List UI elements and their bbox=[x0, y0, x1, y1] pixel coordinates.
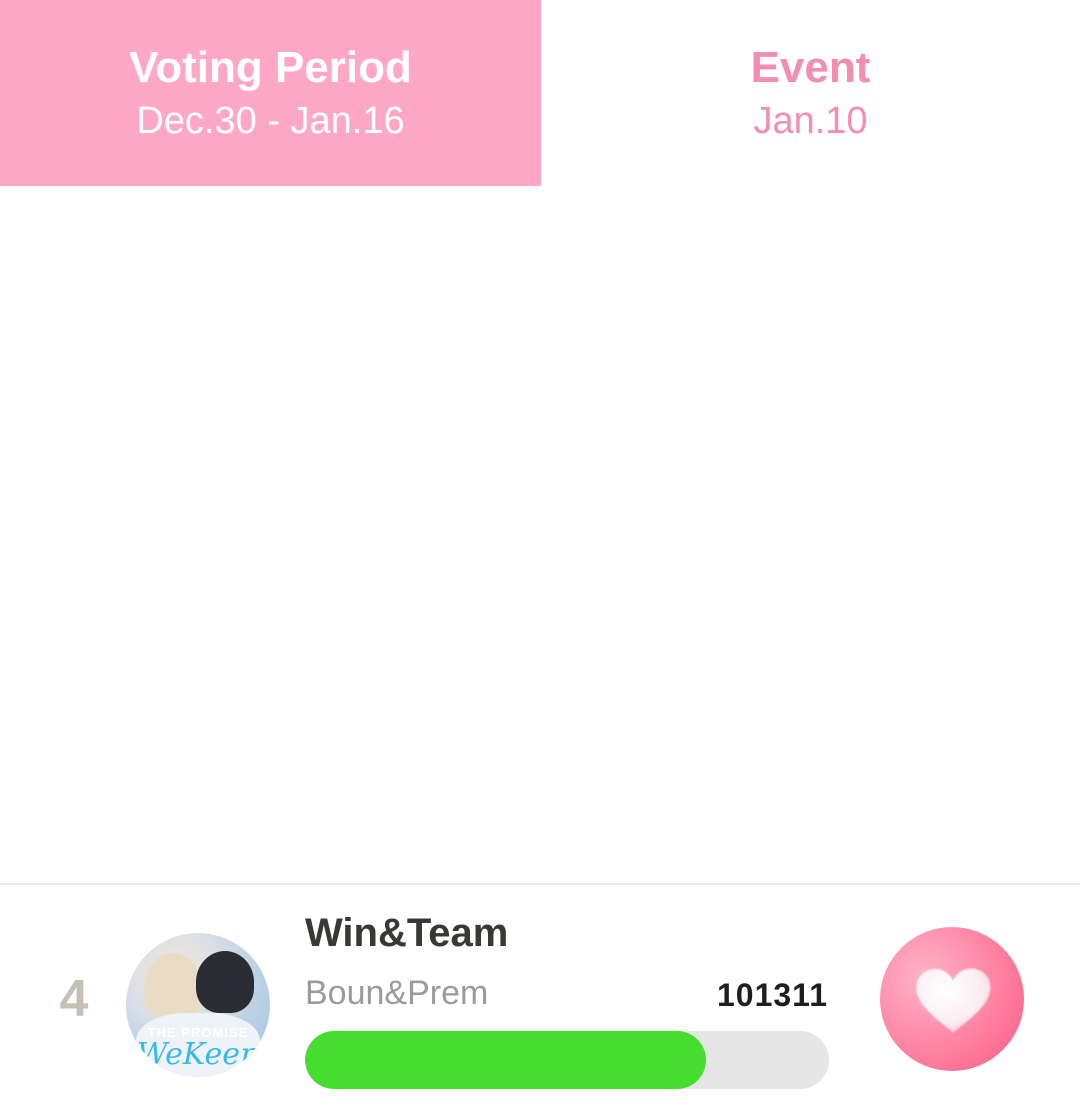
tab-voting-period-title: Voting Period bbox=[129, 43, 412, 92]
heart-icon bbox=[915, 967, 991, 1033]
vote-count: 101311 bbox=[716, 977, 828, 1013]
tab-event-title: Event bbox=[750, 43, 871, 92]
tab-voting-period-dates: Dec.30 - Jan.16 bbox=[136, 100, 405, 142]
entry-name: Win&Team bbox=[305, 911, 509, 955]
tab-bar: Voting Period Dec.30 - Jan.16 Event Jan.… bbox=[0, 0, 1080, 186]
vote-progress-bar bbox=[305, 1031, 829, 1089]
ranking-entry: 4 THE PROMISE WeKeep Win&Team Boun&Prem … bbox=[0, 883, 1080, 1105]
tab-content-area bbox=[0, 186, 1080, 883]
avatar: THE PROMISE WeKeep bbox=[126, 933, 270, 1077]
vote-progress-fill bbox=[305, 1031, 706, 1089]
rank-number: 4 bbox=[59, 970, 89, 1028]
tab-voting-period[interactable]: Voting Period Dec.30 - Jan.16 bbox=[0, 0, 541, 186]
tab-event[interactable]: Event Jan.10 bbox=[541, 0, 1080, 186]
vote-button[interactable] bbox=[880, 927, 1024, 1071]
avatar-poster-script: WeKeep bbox=[136, 1037, 260, 1072]
avatar-figure-right bbox=[196, 951, 254, 1013]
entry-sub-name: Boun&Prem bbox=[305, 974, 489, 1012]
tab-event-date: Jan.10 bbox=[753, 100, 868, 142]
